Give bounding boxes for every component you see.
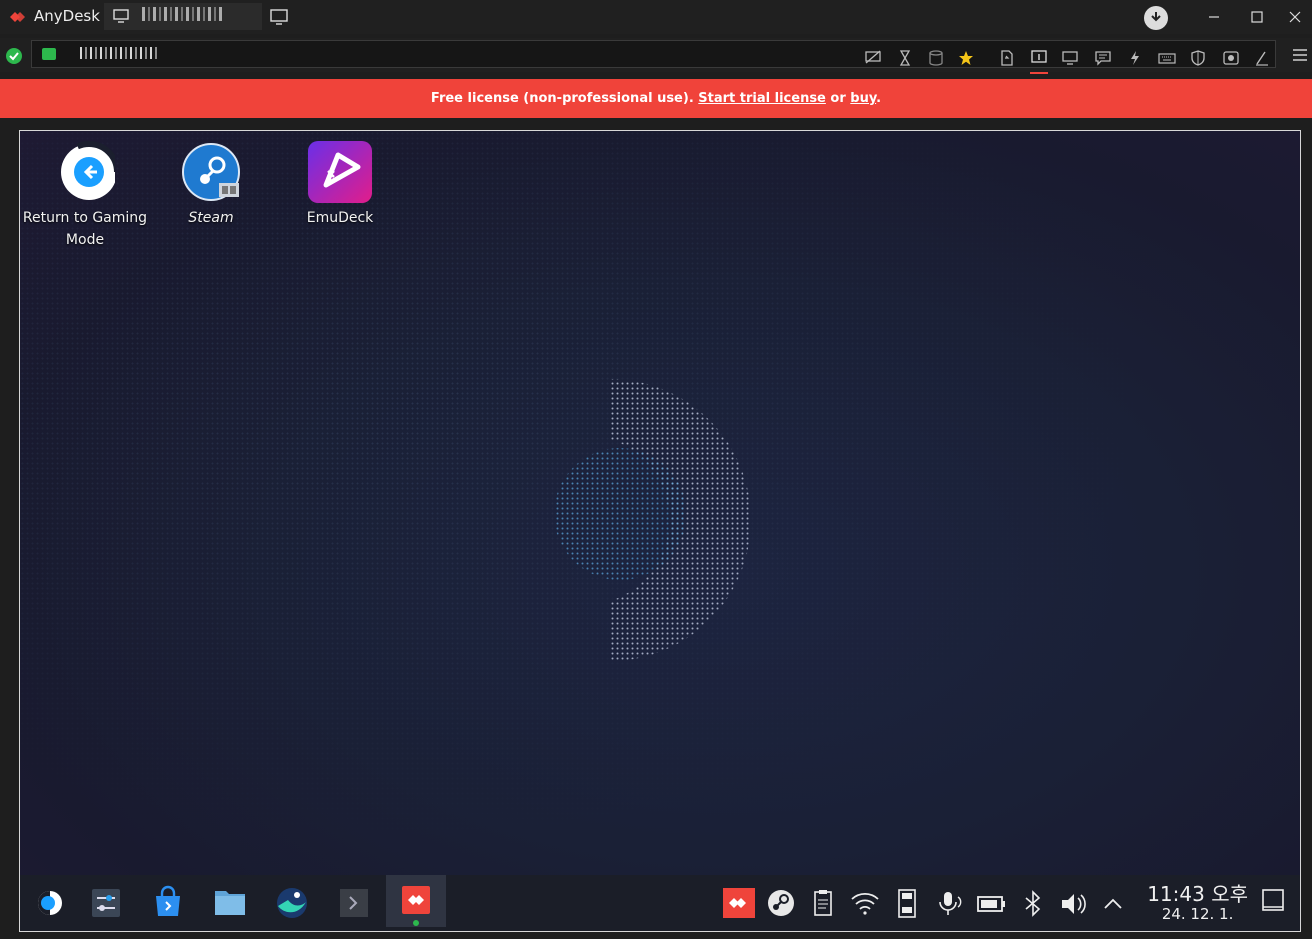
action-icon[interactable] <box>1126 50 1144 66</box>
tray-wifi[interactable] <box>848 887 882 921</box>
address-bar <box>0 38 1312 74</box>
display-off-icon[interactable] <box>864 50 882 66</box>
tray-battery[interactable] <box>974 887 1008 921</box>
show-desktop-icon <box>1262 889 1284 911</box>
tray-volume[interactable] <box>1057 887 1091 921</box>
steamdeck-wallpaper-logo <box>554 379 750 661</box>
shield-icon[interactable] <box>1189 50 1207 66</box>
desktop-icon-label: Return to Gaming Mode <box>22 210 148 248</box>
desktop-icon-label: Steam <box>188 210 234 226</box>
whiteboard-icon[interactable] <box>1253 50 1271 66</box>
chevron-up-icon <box>1104 898 1122 909</box>
steamos-menu-icon <box>38 891 62 915</box>
microphone-icon <box>939 892 962 915</box>
tray-expand[interactable] <box>1096 887 1130 921</box>
hamburger-menu-icon[interactable] <box>1292 48 1308 62</box>
new-session-icon[interactable] <box>270 9 288 25</box>
clock-date: 24. 12. 1. <box>1161 905 1234 923</box>
taskbar-app-files[interactable] <box>208 882 252 924</box>
system-settings-icon <box>92 889 120 917</box>
taskbar-app-settings[interactable] <box>84 882 128 924</box>
taskbar-app-anydesk[interactable] <box>386 875 446 927</box>
digital-clock[interactable]: 11:43 오후 24. 12. 1. <box>1147 883 1248 923</box>
keyboard-icon[interactable] <box>1158 50 1176 66</box>
volume-icon <box>1062 894 1086 914</box>
secure-session-icon <box>42 48 56 60</box>
desktop-icon-return[interactable]: Return to Gaming Mode <box>20 141 150 251</box>
minimize-icon[interactable] <box>1204 7 1224 27</box>
terminal-icon <box>340 889 368 917</box>
tray-storage[interactable] <box>890 887 924 921</box>
clipboard-icon <box>814 890 832 916</box>
star-icon[interactable] <box>957 50 975 66</box>
anydesk-icon <box>402 886 430 926</box>
hourglass-icon[interactable] <box>896 50 914 66</box>
return-arrow-icon <box>58 141 120 203</box>
taskbar-app-discover[interactable] <box>146 882 190 924</box>
database-icon[interactable] <box>927 50 945 66</box>
monitor-1-icon[interactable] <box>1030 50 1048 74</box>
storage-icon <box>898 889 916 918</box>
screen-icon[interactable] <box>1061 50 1079 66</box>
buy-link[interactable]: buy <box>850 91 876 106</box>
battery-icon <box>977 896 1005 912</box>
license-text: Free license (non-professional use). <box>430 91 694 106</box>
taskbar-app-terminal[interactable] <box>332 882 376 924</box>
remote-desktop[interactable]: Return to Gaming Mode Steam EmuDeck 11:4… <box>19 130 1301 932</box>
tray-steam[interactable] <box>764 887 798 921</box>
browser-icon <box>277 888 307 918</box>
start-trial-link[interactable]: Start trial license <box>698 91 826 106</box>
steam-tray-icon <box>768 890 794 916</box>
session-tab-label <box>142 7 224 21</box>
chat-icon[interactable] <box>1094 50 1112 66</box>
clock-time: 11:43 오후 <box>1147 882 1248 906</box>
title-bar: AnyDesk <box>0 0 1312 34</box>
kde-taskbar: 11:43 오후 24. 12. 1. <box>20 875 1300 931</box>
banner-or: or <box>830 91 846 106</box>
remote-address <box>80 47 160 59</box>
address-field[interactable] <box>31 40 1276 74</box>
account-menu-button[interactable] <box>1144 6 1168 30</box>
anydesk-tray-icon <box>723 888 755 918</box>
taskbar-app-launcher[interactable] <box>28 882 72 924</box>
tray-clipboard[interactable] <box>806 887 840 921</box>
close-icon[interactable] <box>1285 7 1305 27</box>
taskbar-app-browser[interactable] <box>270 882 314 924</box>
connection-status-icon <box>6 48 22 64</box>
desktop-icon-label: EmuDeck <box>306 210 374 226</box>
show-desktop-button[interactable] <box>1262 889 1284 913</box>
emudeck-icon <box>308 141 372 203</box>
bluetooth-icon <box>1025 890 1041 917</box>
anydesk-logo-icon <box>10 12 25 22</box>
banner-period: . <box>876 91 882 106</box>
monitor-icon <box>113 9 129 23</box>
desktop-icon-steam[interactable]: Steam <box>146 141 276 229</box>
discover-store-icon <box>156 885 180 916</box>
tray-bluetooth[interactable] <box>1016 887 1050 921</box>
tray-anydesk[interactable] <box>722 887 756 921</box>
license-banner: Free license (non-professional use). Sta… <box>0 79 1312 118</box>
maximize-icon[interactable] <box>1247 7 1267 27</box>
record-icon[interactable] <box>1222 50 1240 66</box>
chevron-down-icon <box>1151 12 1161 22</box>
file-manager-icon <box>215 891 245 915</box>
session-tab[interactable] <box>104 3 262 30</box>
desktop-icon-emudeck[interactable]: EmuDeck <box>275 141 405 229</box>
wifi-icon <box>851 892 879 915</box>
tray-microphone[interactable] <box>932 887 966 921</box>
steam-icon <box>182 143 240 201</box>
app-name: AnyDesk <box>34 7 100 25</box>
file-transfer-icon[interactable] <box>998 50 1016 66</box>
